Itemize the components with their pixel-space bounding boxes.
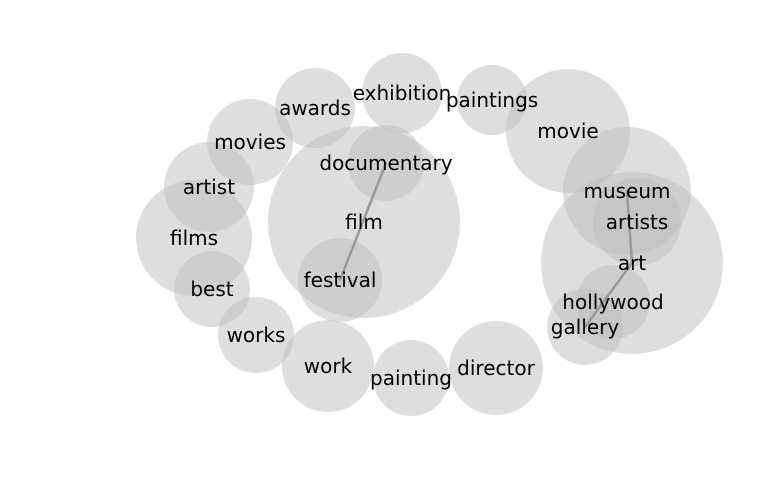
word-label-work: work <box>304 354 353 378</box>
word-label-art: art <box>618 251 646 275</box>
word-label-artists: artists <box>606 210 669 234</box>
word-label-artist: artist <box>183 175 235 199</box>
bubbles-layer <box>136 53 723 416</box>
word-label-best: best <box>190 277 233 301</box>
word-label-documentary: documentary <box>319 151 452 175</box>
word-label-hollywood: hollywood <box>562 290 663 314</box>
word-label-films: films <box>170 226 218 250</box>
bubble-svg: film documentary festival art museum artists h… <box>136 53 723 416</box>
word-label-paintings: paintings <box>446 88 538 112</box>
word-label-movies: movies <box>214 130 286 154</box>
word-bubble-diagram: film documentary festival art museum artists h… <box>0 0 768 500</box>
word-label-museum: museum <box>583 179 670 203</box>
word-label-awards: awards <box>279 96 351 120</box>
word-label-gallery: gallery <box>551 315 620 339</box>
word-label-film: film <box>345 210 383 234</box>
word-label-works: works <box>227 323 286 347</box>
word-label-painting: painting <box>370 366 452 390</box>
word-label-director: director <box>457 356 535 380</box>
word-label-movie: movie <box>537 119 598 143</box>
word-label-exhibition: exhibition <box>353 81 452 105</box>
word-label-festival: festival <box>304 268 377 292</box>
